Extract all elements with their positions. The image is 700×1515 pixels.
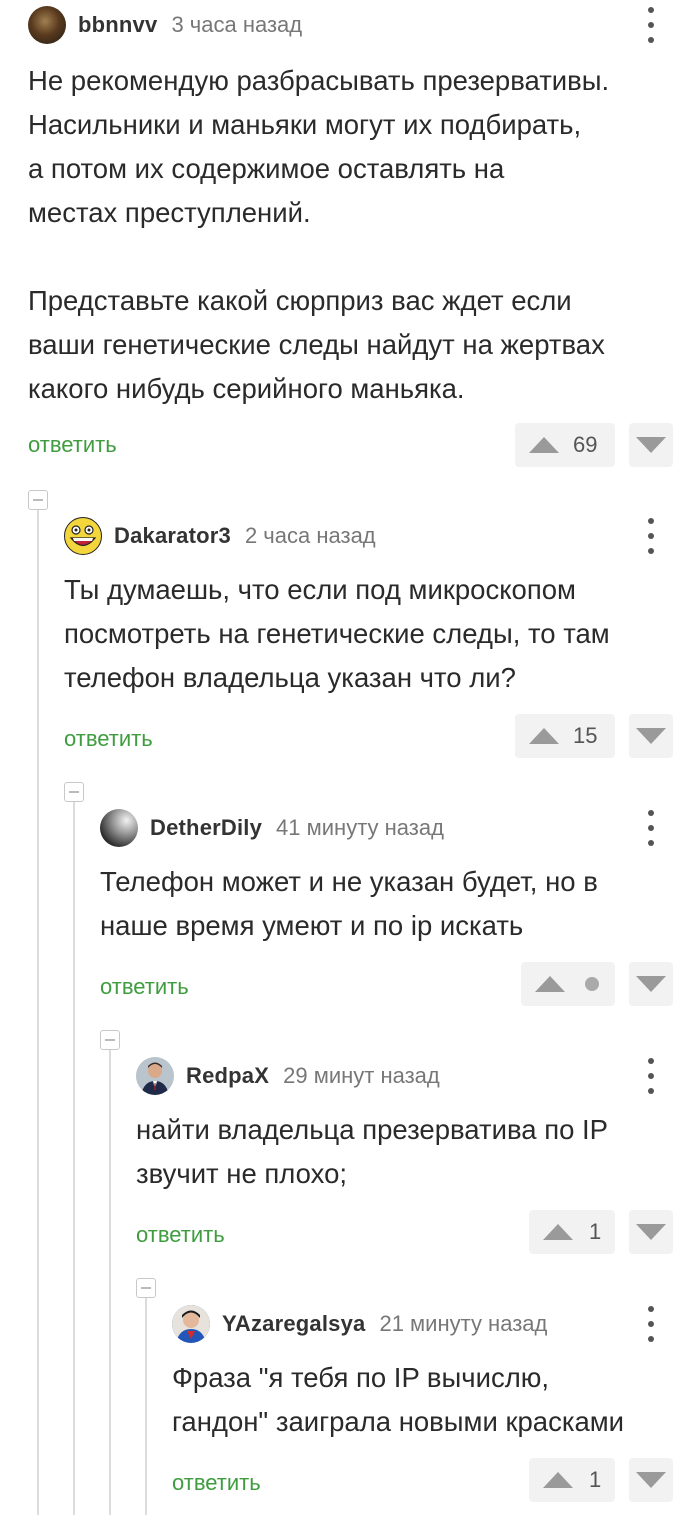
comment-header: YAzaregalsya 21 минуту назад bbox=[172, 1304, 547, 1344]
comment-time: 2 часа назад bbox=[244, 523, 376, 548]
more-vertical-icon[interactable] bbox=[645, 7, 657, 43]
upvote-arrow-icon bbox=[535, 976, 565, 992]
avatar[interactable] bbox=[64, 517, 102, 555]
upvote-button[interactable]: 15 bbox=[515, 714, 615, 758]
author-name[interactable]: RedpaX bbox=[186, 1063, 269, 1089]
comment: bbnnvv 3 часа назад Не рекомендую разбра… bbox=[28, 5, 700, 475]
author-name[interactable]: bbnnvv bbox=[78, 12, 157, 38]
avatar[interactable] bbox=[28, 6, 66, 44]
upvote-button[interactable]: 1 bbox=[529, 1458, 615, 1502]
downvote-button[interactable] bbox=[629, 714, 673, 758]
comment-text: Ты думаешь, что если под микроскопом пос… bbox=[64, 574, 610, 693]
downvote-arrow-icon bbox=[636, 728, 666, 744]
author-name[interactable]: YAzaregalsya bbox=[222, 1311, 365, 1337]
comment: RedpaX 29 минут назад найти владельца пр… bbox=[136, 1056, 700, 1266]
comment-text: Фраза "я тебя по IP вычислю, гандон" заи… bbox=[172, 1362, 625, 1437]
collapse-thread-icon[interactable] bbox=[64, 782, 84, 802]
downvote-arrow-icon bbox=[636, 976, 666, 992]
more-vertical-icon[interactable] bbox=[645, 1306, 657, 1342]
comment-text: Не рекомендую разбрасывать презервативы.… bbox=[28, 65, 610, 404]
collapse-thread-icon[interactable] bbox=[136, 1278, 156, 1298]
comment: YAzaregalsya 21 минуту назад Фраза "я те… bbox=[172, 1304, 700, 1514]
comment-text: Телефон может и не указан будет, но в на… bbox=[100, 866, 598, 941]
comment: Dakarator3 2 часа назад Ты думаешь, что … bbox=[64, 516, 700, 766]
reply-link[interactable]: ответить bbox=[136, 1222, 225, 1248]
collapse-thread-icon[interactable] bbox=[100, 1030, 120, 1050]
downvote-button[interactable] bbox=[629, 1458, 673, 1502]
score: 69 bbox=[573, 432, 598, 457]
upvote-arrow-icon bbox=[543, 1472, 573, 1488]
downvote-button[interactable] bbox=[629, 962, 673, 1006]
score: 15 bbox=[573, 723, 598, 748]
downvote-button[interactable] bbox=[629, 1210, 673, 1254]
more-vertical-icon[interactable] bbox=[645, 1058, 657, 1094]
comment-header: bbnnvv 3 часа назад bbox=[28, 5, 302, 45]
reply-link[interactable]: ответить bbox=[64, 726, 153, 752]
upvote-button[interactable] bbox=[521, 962, 615, 1006]
score: 1 bbox=[589, 1219, 602, 1244]
upvote-button[interactable]: 1 bbox=[529, 1210, 615, 1254]
score-placeholder-dot bbox=[585, 977, 599, 991]
score: 1 bbox=[589, 1467, 602, 1492]
comment: DetherDily 41 минуту назад Телефон может… bbox=[100, 808, 700, 1018]
thread-line bbox=[145, 1288, 147, 1515]
reply-link[interactable]: ответить bbox=[100, 974, 189, 1000]
comment-text: найти владельца презерватива по IP звучи… bbox=[136, 1114, 608, 1189]
author-name[interactable]: DetherDily bbox=[150, 815, 262, 841]
downvote-arrow-icon bbox=[636, 1472, 666, 1488]
avatar[interactable] bbox=[136, 1057, 174, 1095]
comment-time: 3 часа назад bbox=[171, 12, 303, 37]
avatar[interactable] bbox=[100, 809, 138, 847]
comment-time: 41 минуту назад bbox=[276, 815, 444, 840]
downvote-button[interactable] bbox=[629, 423, 673, 467]
more-vertical-icon[interactable] bbox=[645, 810, 657, 846]
downvote-arrow-icon bbox=[636, 1224, 666, 1240]
thread-line bbox=[109, 1040, 111, 1515]
thread-line bbox=[37, 500, 39, 1515]
thread-line bbox=[73, 792, 75, 1515]
comment-time: 29 минут назад bbox=[283, 1063, 440, 1088]
avatar[interactable] bbox=[172, 1305, 210, 1343]
upvote-arrow-icon bbox=[529, 728, 559, 744]
upvote-button[interactable]: 69 bbox=[515, 423, 615, 467]
more-vertical-icon[interactable] bbox=[645, 518, 657, 554]
comment-header: RedpaX 29 минут назад bbox=[136, 1056, 440, 1096]
reply-link[interactable]: ответить bbox=[28, 432, 117, 458]
comment-header: DetherDily 41 минуту назад bbox=[100, 808, 444, 848]
upvote-arrow-icon bbox=[543, 1224, 573, 1240]
comment-time: 21 минуту назад bbox=[379, 1311, 548, 1336]
downvote-arrow-icon bbox=[636, 437, 666, 453]
collapse-thread-icon[interactable] bbox=[28, 490, 48, 510]
upvote-arrow-icon bbox=[529, 437, 559, 453]
comment-header: Dakarator3 2 часа назад bbox=[64, 516, 376, 556]
reply-link[interactable]: ответить bbox=[172, 1470, 261, 1496]
author-name[interactable]: Dakarator3 bbox=[114, 523, 231, 549]
